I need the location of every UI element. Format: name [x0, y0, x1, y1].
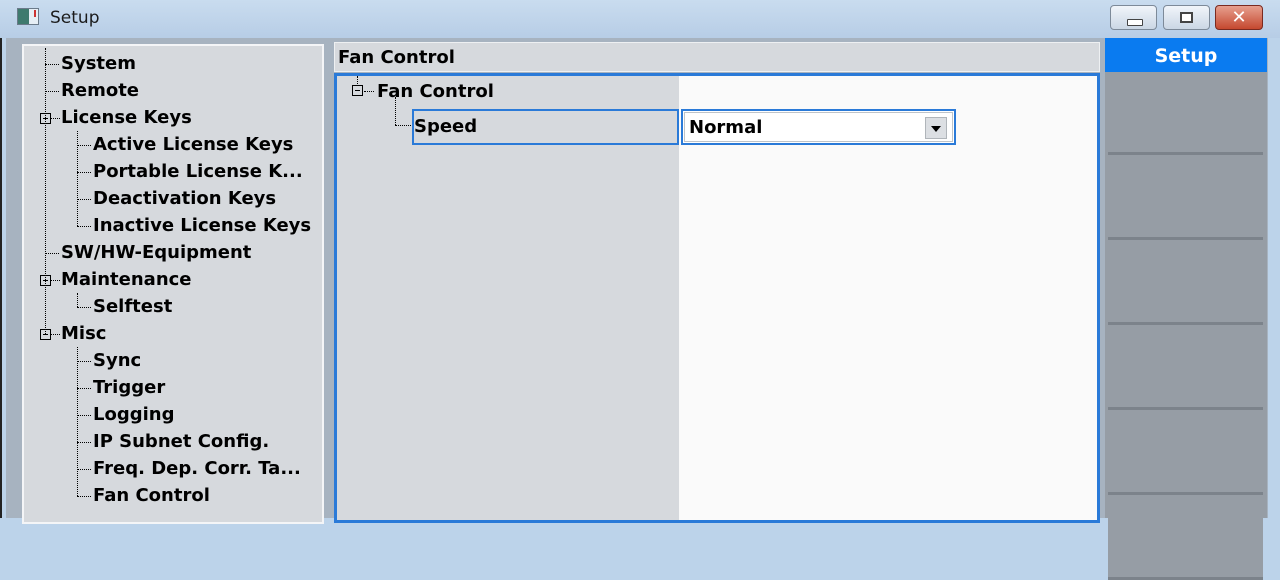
- window-title: Setup: [50, 8, 100, 28]
- maximize-icon: [1180, 12, 1193, 23]
- tree-line: [45, 91, 59, 92]
- tree-item-trigger[interactable]: Trigger: [93, 374, 165, 401]
- tree-line: [77, 226, 91, 227]
- tree-line: [51, 118, 60, 119]
- softkey-button-1[interactable]: [1108, 74, 1263, 155]
- speed-dropdown[interactable]: Normal: [681, 109, 956, 145]
- softkey-button-5[interactable]: [1108, 414, 1263, 495]
- tree-line: [77, 361, 91, 362]
- tree-line: [77, 347, 78, 496]
- tree-line: [77, 469, 91, 470]
- speed-value: Normal: [689, 117, 763, 138]
- tree-item-license-keys[interactable]: License Keys: [61, 104, 192, 131]
- tree-item-sw-hw-equipment[interactable]: SW/HW-Equipment: [61, 239, 251, 266]
- softkey-button-4[interactable]: [1108, 329, 1263, 410]
- tree-line: [77, 442, 91, 443]
- tree-item-misc[interactable]: Misc: [61, 320, 106, 347]
- title-bar: Setup ✕: [0, 0, 1280, 38]
- tree-item-ip-subnet-config[interactable]: IP Subnet Config.: [93, 428, 269, 455]
- tree-line: [77, 172, 91, 173]
- softkey-title: Setup: [1105, 38, 1267, 72]
- tree-line: [77, 293, 78, 307]
- window-right-edge: [1268, 38, 1280, 518]
- tree-item-active-license-keys[interactable]: Active License Keys: [93, 131, 293, 158]
- setup-tree-panel: System Remote License Keys Active License K…: [22, 44, 324, 524]
- tree-item-inactive-license-keys[interactable]: Inactive License Keys: [93, 212, 311, 239]
- tree-item-system[interactable]: System: [61, 50, 136, 77]
- window-left-edge: [0, 38, 6, 518]
- tree-item-deactivation-keys[interactable]: Deactivation Keys: [93, 185, 276, 212]
- tree-line: [77, 145, 91, 146]
- maximize-button[interactable]: [1163, 5, 1210, 30]
- minimize-icon: [1127, 19, 1143, 26]
- tree-line: [395, 125, 413, 126]
- tree-item-logging[interactable]: Logging: [93, 401, 174, 428]
- close-icon: ✕: [1231, 7, 1247, 28]
- tree-line: [45, 64, 59, 65]
- tree-line: [357, 76, 358, 84]
- softkey-panel: Setup: [1105, 38, 1267, 580]
- dropdown-field: Normal: [684, 112, 953, 142]
- tree-line: [77, 199, 91, 200]
- tree-line: [77, 415, 91, 416]
- tree-line: [51, 280, 60, 281]
- close-button[interactable]: ✕: [1215, 5, 1263, 30]
- content-header: Fan Control: [334, 42, 1100, 72]
- softkey-button-2[interactable]: [1108, 159, 1263, 240]
- minimize-button[interactable]: [1110, 5, 1157, 30]
- tree-line: [77, 388, 91, 389]
- tree-item-selftest[interactable]: Selftest: [93, 293, 172, 320]
- chevron-down-icon[interactable]: [925, 117, 947, 139]
- tree-line: [77, 307, 91, 308]
- tree-item-maintenance[interactable]: Maintenance: [61, 266, 192, 293]
- tree-item-portable-license-k[interactable]: Portable License K...: [93, 158, 303, 185]
- tree-line: [77, 496, 91, 497]
- tree-item-sync[interactable]: Sync: [93, 347, 141, 374]
- content-title: Fan Control: [338, 47, 455, 68]
- tree-line: [395, 97, 396, 125]
- app-window-icon: [17, 8, 39, 25]
- content-body: Fan Control Speed Normal: [334, 73, 1100, 523]
- tree-line: [45, 48, 46, 334]
- tree-item-fan-control[interactable]: Fan Control: [93, 482, 210, 509]
- tree-line: [77, 131, 78, 226]
- softkey-button-6[interactable]: [1108, 499, 1263, 580]
- tree-item-freq-dep-corr-ta[interactable]: Freq. Dep. Corr. Ta...: [93, 455, 301, 482]
- tree-line: [364, 91, 374, 92]
- speed-label-cell[interactable]: Speed: [412, 109, 679, 145]
- speed-label: Speed: [414, 116, 478, 137]
- tree-item-remote[interactable]: Remote: [61, 77, 139, 104]
- collapse-icon[interactable]: [352, 85, 363, 96]
- softkey-button-3[interactable]: [1108, 244, 1263, 325]
- tree-line: [51, 334, 60, 335]
- tree-line: [45, 253, 59, 254]
